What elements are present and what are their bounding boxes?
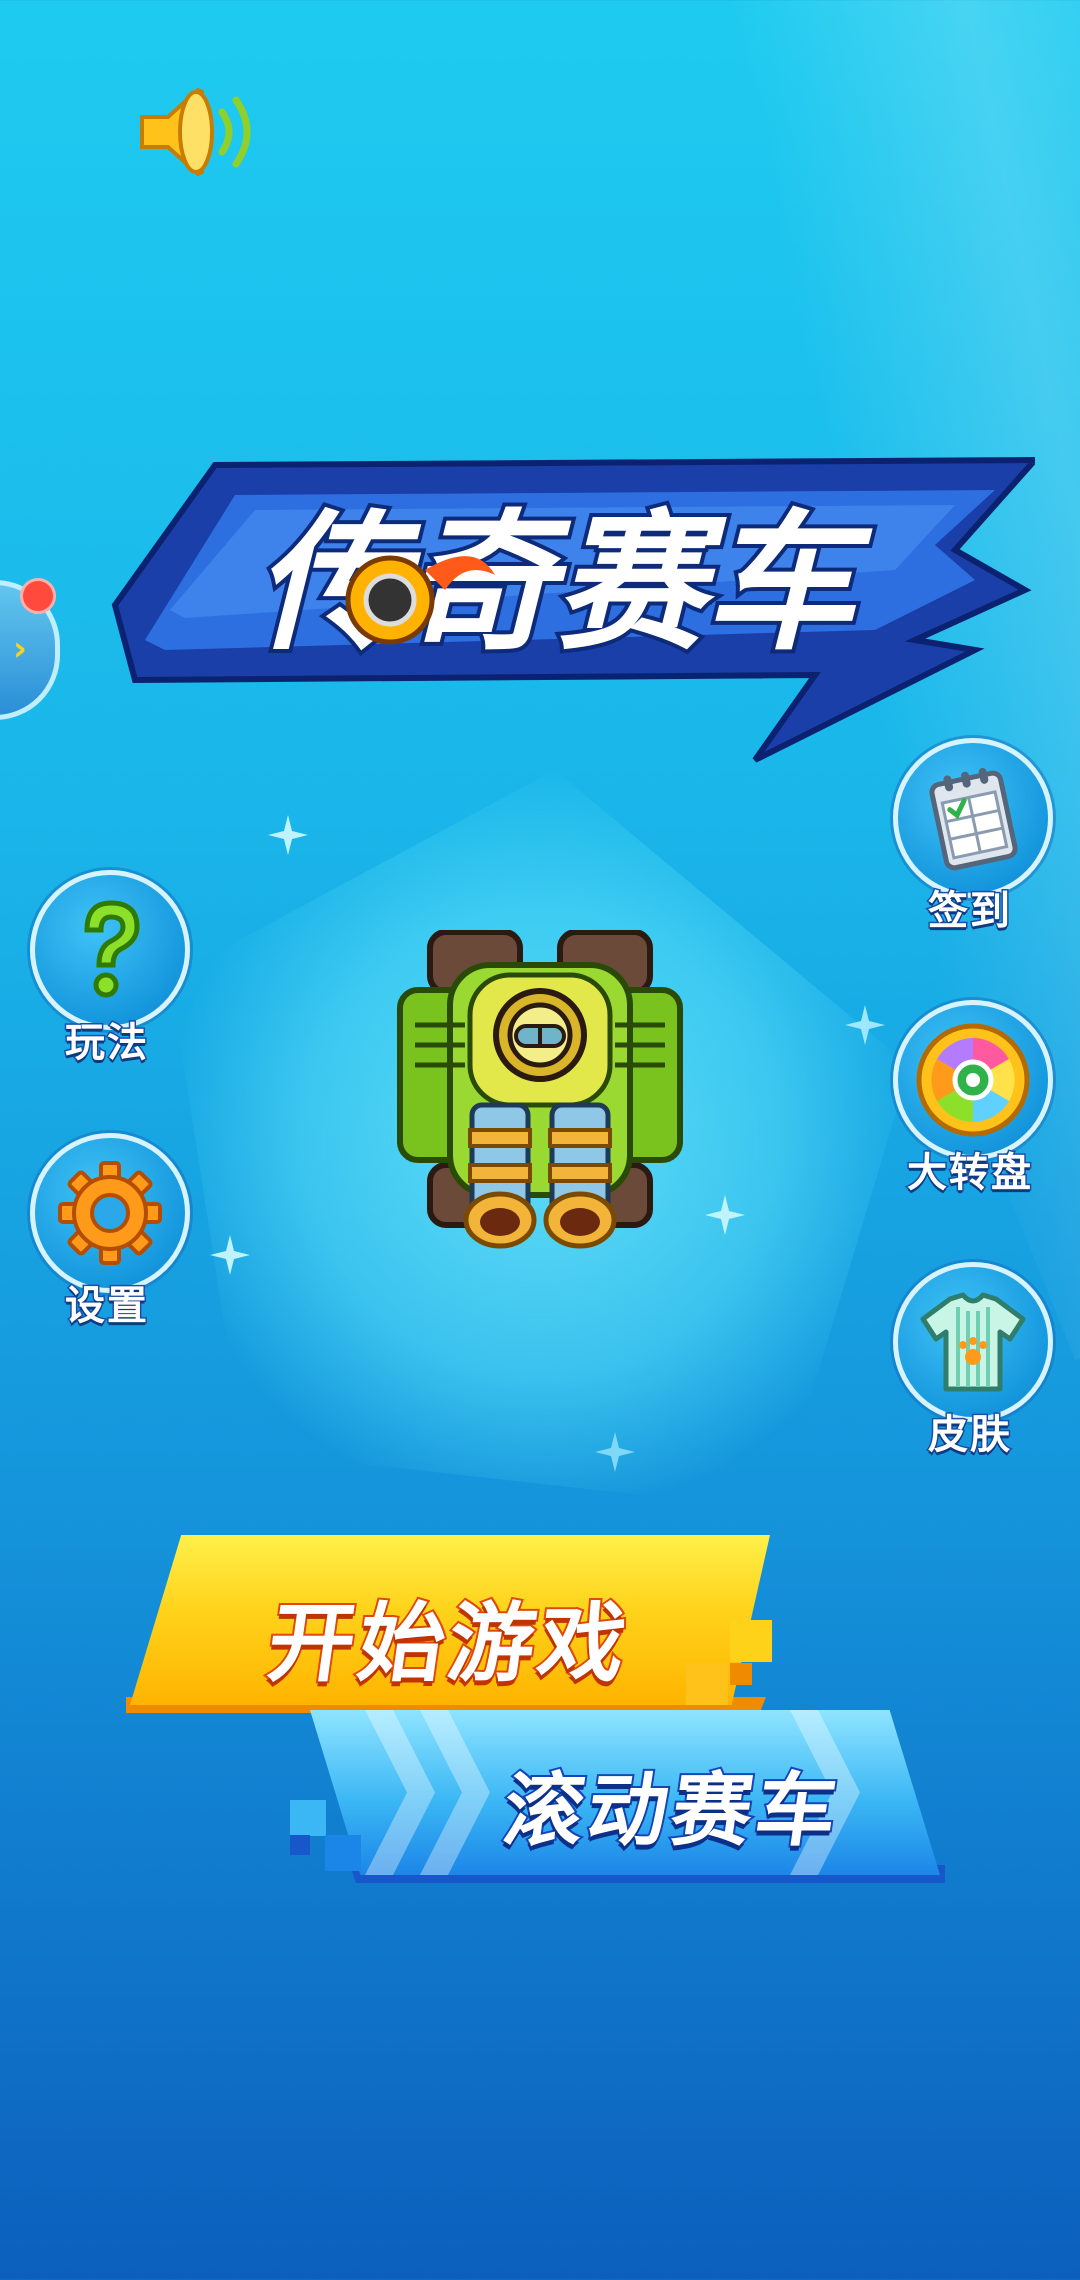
sparkle-icon [268,815,308,855]
sound-toggle-button[interactable] [136,82,276,182]
game-logo: 传奇赛车 [75,440,1042,770]
skin-label: 皮肤 [927,1411,1012,1460]
rules-label: 玩法 [64,1019,149,1068]
pixel-decoration [290,1835,310,1855]
rules-button[interactable]: 玩法 [22,870,192,1068]
rolling-car-button[interactable]: 滚动赛车 [290,1710,950,1900]
chevron-right-icon: › [13,629,28,669]
logo-text: 传奇赛车 [255,497,873,671]
settings-circle [30,1133,190,1293]
prize-wheel-button[interactable]: 大转盘 [885,1000,1055,1198]
sparkle-icon [595,1432,635,1472]
checkin-button[interactable]: 签到 [885,738,1055,936]
checkin-circle [893,738,1053,898]
pixel-decoration [325,1835,361,1871]
pixel-decoration [730,1620,772,1662]
question-mark-icon [84,900,140,998]
notification-dot [20,578,56,614]
settings-label: 设置 [64,1282,149,1331]
prize-wheel-icon [916,1023,1030,1137]
tshirt-icon [920,1292,1026,1392]
prize-wheel-circle [893,1000,1053,1160]
pixel-decoration [290,1800,326,1836]
player-car [390,929,690,1260]
checkin-label: 签到 [927,887,1012,936]
start-game-label: 开始游戏 [260,1592,638,1696]
skin-circle [893,1262,1053,1422]
sparkle-icon [705,1195,745,1235]
pixel-decoration [730,1663,752,1685]
pixel-decoration [686,1663,728,1705]
skin-button[interactable]: 皮肤 [885,1262,1055,1460]
speaker-icon [140,87,251,177]
settings-button[interactable]: 设置 [22,1133,192,1331]
start-game-button[interactable]: 开始游戏 [126,1535,790,1725]
sparkle-icon [210,1235,250,1275]
sparkle-icon [845,1005,885,1045]
tank-car-icon [397,929,683,1249]
rules-circle [30,870,190,1030]
prize-wheel-label: 大转盘 [906,1149,1033,1198]
gear-icon [58,1161,162,1265]
calendar-checklist-icon [929,767,1018,871]
rolling-car-label: 滚动赛车 [496,1762,849,1859]
